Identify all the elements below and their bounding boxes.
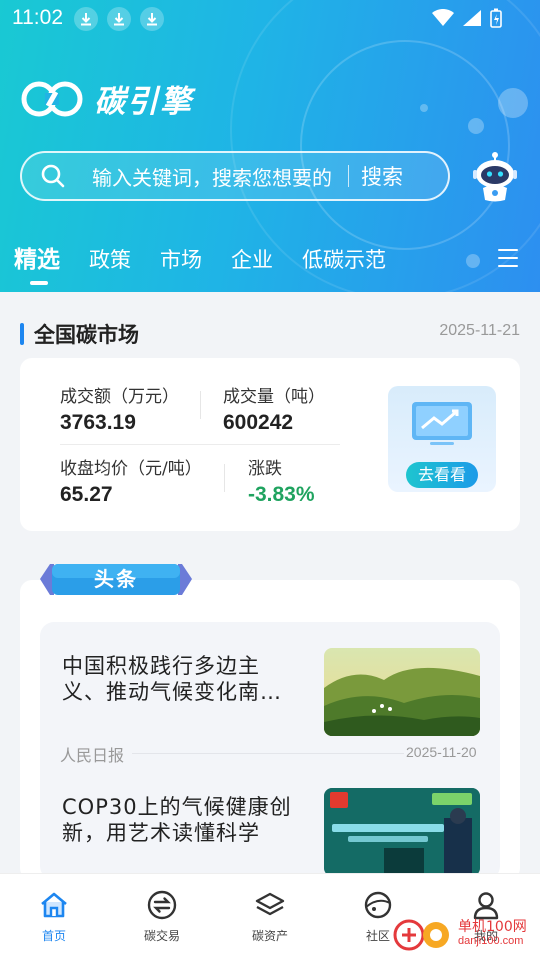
download-icon	[107, 7, 131, 31]
decor-dot	[420, 104, 428, 112]
watermark-logo-icon	[393, 919, 449, 951]
tab-market[interactable]: 市场	[160, 244, 202, 274]
app-logo: 碳引擎	[20, 76, 193, 121]
robot-assistant-icon[interactable]	[470, 150, 520, 202]
turnover-label: 成交额（万元）	[60, 387, 179, 407]
nav-carbon-assets[interactable]: 碳资产	[216, 874, 324, 960]
header: 11:02 碳引擎 输入关键词，搜索您想要的 搜索 精选 政策 市场 企业 低碳…	[0, 0, 540, 292]
status-bar: 11:02	[0, 0, 540, 36]
turnover-value: 3763.19	[60, 411, 136, 434]
divider	[60, 444, 340, 445]
headline-list: 中国积极践行多边主 义、推动气候变化南… 人民日报 2025-11-20 COP…	[40, 622, 500, 880]
search-button[interactable]: 搜索	[361, 161, 403, 191]
wifi-icon	[432, 9, 454, 26]
divider	[200, 391, 201, 419]
volume-label: 成交量（吨）	[223, 387, 325, 407]
system-icons	[432, 8, 502, 28]
headline-label: 头条	[94, 567, 138, 591]
avg-price-value: 65.27	[60, 483, 113, 506]
nav-label: 碳资产	[251, 929, 288, 943]
nav-label: 碳交易	[143, 929, 180, 943]
headline-title-line: 义、推动气候变化南…	[62, 680, 282, 704]
change-value: -3.83%	[248, 483, 315, 506]
avg-price-label: 收盘均价（元/吨）	[60, 459, 202, 479]
search-bar[interactable]: 输入关键词，搜索您想要的 搜索	[20, 151, 450, 201]
headline-title[interactable]: 中国积极践行多边主 义、推动气候变化南…	[62, 653, 282, 705]
market-date: 2025-11-21	[439, 322, 520, 339]
headline-title-line: 中国积极践行多边主	[62, 654, 260, 678]
download-icon	[140, 7, 164, 31]
home-icon	[41, 892, 67, 918]
battery-icon	[490, 8, 502, 28]
infinity-logo-icon	[21, 81, 83, 116]
signal-icon	[463, 10, 481, 26]
app-name: 碳引擎	[94, 84, 193, 120]
volume-value: 600242	[223, 411, 294, 434]
event-photo-image	[324, 788, 480, 876]
exchange-icon	[147, 890, 177, 920]
headline-source: 人民日报	[60, 746, 125, 765]
headline-thumbnail[interactable]	[324, 788, 480, 876]
divider	[224, 464, 225, 492]
market-card[interactable]: 成交额（万元） 3763.19 成交量（吨） 600242 收盘均价（元/吨） …	[20, 358, 520, 531]
search-divider	[348, 165, 349, 187]
market-section-title: 全国碳市场	[20, 319, 139, 349]
status-time: 11:02	[12, 6, 63, 29]
nav-label: 首页	[41, 929, 66, 943]
watermark: 单机100网 danji100.com	[392, 915, 527, 951]
decor-dot	[498, 88, 528, 118]
nav-carbon-trading[interactable]: 碳交易	[108, 874, 216, 960]
tab-low-carbon-demo[interactable]: 低碳示范	[302, 244, 386, 274]
watermark-url: danji100.com	[458, 935, 524, 947]
tab-policy[interactable]: 政策	[89, 244, 131, 274]
decor-dot	[468, 118, 484, 134]
divider	[132, 753, 404, 754]
menu-icon[interactable]	[498, 249, 518, 267]
goto-market-button[interactable]: 去看看	[388, 386, 496, 492]
change-label: 涨跌	[248, 459, 282, 479]
headline-title-line: COP30上的气候健康创	[62, 795, 292, 819]
watermark-text: 单机100网	[458, 919, 527, 935]
headline-title-line: 新，用艺术读懂科学	[62, 821, 260, 845]
headline-date: 2025-11-20	[406, 744, 477, 760]
title-accent-bar	[20, 323, 24, 345]
layers-icon	[255, 892, 285, 916]
headline-thumbnail[interactable]	[324, 648, 480, 736]
tab-featured[interactable]: 精选	[14, 240, 60, 285]
search-input[interactable]: 输入关键词，搜索您想要的	[92, 162, 332, 191]
headline-title[interactable]: COP30上的气候健康创 新，用艺术读懂科学	[62, 794, 292, 846]
nav-home[interactable]: 首页	[0, 874, 108, 960]
tab-enterprise[interactable]: 企业	[231, 244, 273, 274]
search-icon	[41, 164, 65, 188]
decor-dot	[466, 254, 480, 268]
goto-label[interactable]: 去看看	[406, 462, 478, 488]
landscape-image	[324, 648, 480, 736]
download-icon	[74, 7, 98, 31]
market-title: 全国碳市场	[34, 323, 139, 347]
category-tabs: 精选 政策 市场 企业 低碳示范	[14, 240, 415, 285]
planet-icon	[364, 891, 392, 919]
monitor-chart-icon	[412, 402, 472, 445]
